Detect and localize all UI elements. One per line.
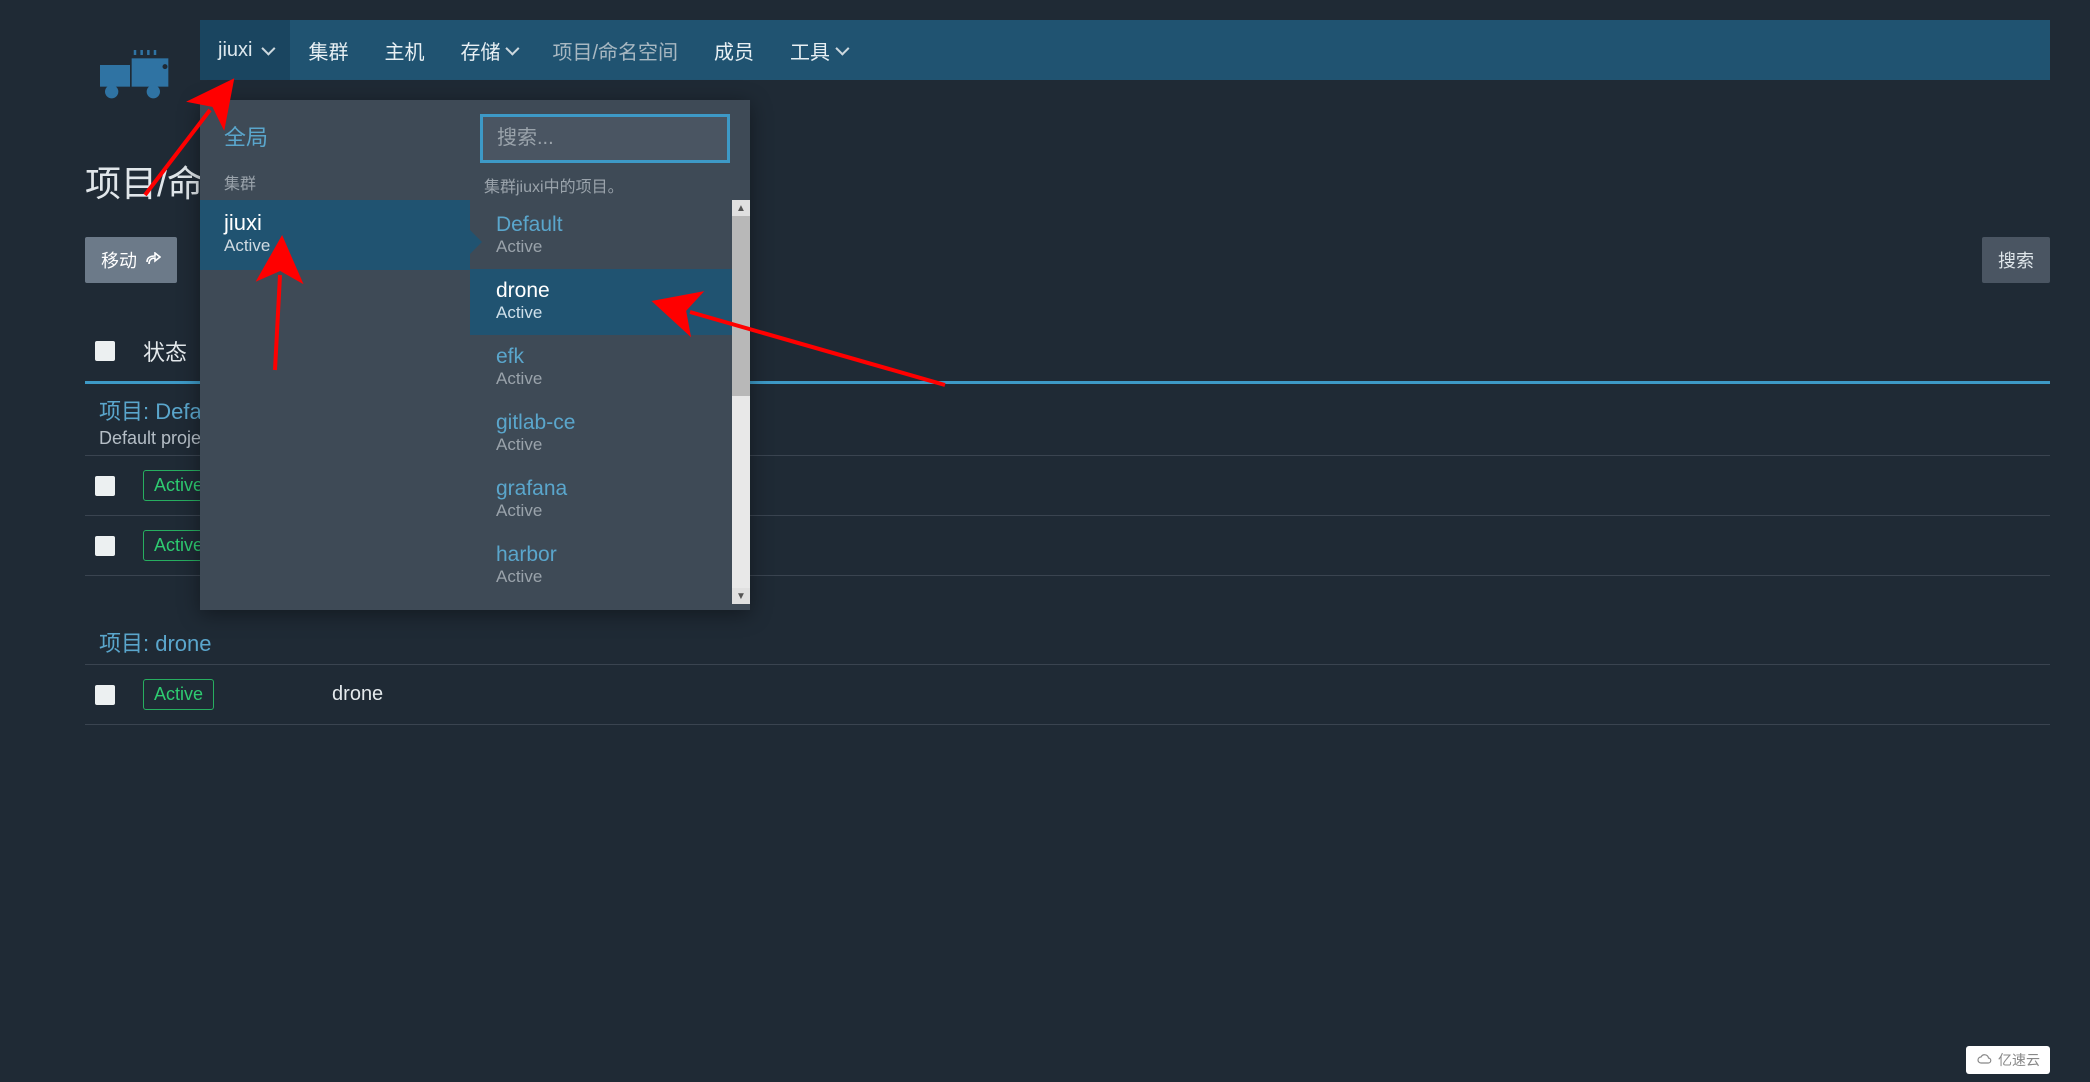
project-item-gitlab-ce[interactable]: gitlab-ceActive bbox=[470, 401, 750, 467]
chevron-down-icon bbox=[506, 42, 520, 56]
project-item-harbor[interactable]: harborActive bbox=[470, 533, 750, 599]
status-badge: Active bbox=[143, 679, 214, 710]
scroll-down-arrow[interactable]: ▼ bbox=[732, 588, 750, 604]
row-checkbox[interactable] bbox=[95, 476, 115, 496]
top-navbar: jiuxi 集群主机存储项目/命名空间成员工具 bbox=[200, 20, 2050, 80]
project-group-header[interactable]: 项目: drone bbox=[85, 616, 2050, 665]
flyout-left-panel: 全局 集群 jiuxiActive bbox=[200, 100, 470, 610]
cloud-icon bbox=[1976, 1052, 1992, 1068]
select-all-checkbox[interactable] bbox=[95, 341, 115, 361]
move-button[interactable]: 移动 bbox=[85, 237, 177, 283]
status-column-header[interactable]: 状态 bbox=[143, 335, 187, 367]
cluster-dropdown-label: jiuxi bbox=[218, 39, 252, 62]
nav-item-1[interactable]: 主机 bbox=[366, 20, 442, 80]
project-item-drone[interactable]: droneActive bbox=[470, 269, 750, 335]
table-header: 状态 bbox=[85, 321, 215, 384]
chevron-down-icon bbox=[262, 42, 276, 56]
project-list-hint: 集群jiuxi中的项目。 bbox=[470, 173, 750, 203]
table-row[interactable]: Active drone bbox=[85, 665, 2050, 725]
nav-item-4[interactable]: 成员 bbox=[696, 20, 772, 80]
scrollbar-track[interactable] bbox=[732, 216, 750, 588]
flyout-right-panel: 集群jiuxi中的项目。 DefaultActivedroneActiveefk… bbox=[470, 100, 750, 610]
share-icon bbox=[145, 252, 161, 268]
project-item-efk[interactable]: efkActive bbox=[470, 335, 750, 401]
project-item-default[interactable]: DefaultActive bbox=[470, 203, 750, 269]
row-checkbox[interactable] bbox=[95, 536, 115, 556]
nav-item-3[interactable]: 项目/命名空间 bbox=[534, 20, 696, 80]
watermark-badge: 亿速云 bbox=[1966, 1046, 2050, 1074]
nav-item-0[interactable]: 集群 bbox=[290, 20, 366, 80]
nav-item-5[interactable]: 工具 bbox=[772, 20, 864, 80]
rancher-logo[interactable] bbox=[90, 50, 180, 100]
scrollbar-thumb[interactable] bbox=[732, 216, 750, 396]
row-name[interactable]: drone bbox=[332, 683, 383, 706]
search-button[interactable]: 搜索 bbox=[1982, 237, 2050, 283]
row-checkbox[interactable] bbox=[95, 685, 115, 705]
global-link[interactable]: 全局 bbox=[200, 100, 470, 164]
project-search-input[interactable] bbox=[480, 114, 730, 163]
cluster-project-flyout: 全局 集群 jiuxiActive 集群jiuxi中的项目。 DefaultAc… bbox=[200, 100, 750, 610]
nav-item-2[interactable]: 存储 bbox=[442, 20, 534, 80]
project-item-grafana[interactable]: grafanaActive bbox=[470, 467, 750, 533]
cluster-item-0[interactable]: jiuxiActive bbox=[200, 200, 470, 270]
cluster-dropdown-trigger[interactable]: jiuxi bbox=[200, 20, 290, 80]
chevron-down-icon bbox=[835, 42, 849, 56]
cluster-section-label: 集群 bbox=[200, 164, 470, 200]
scroll-up-arrow[interactable]: ▲ bbox=[732, 200, 750, 216]
